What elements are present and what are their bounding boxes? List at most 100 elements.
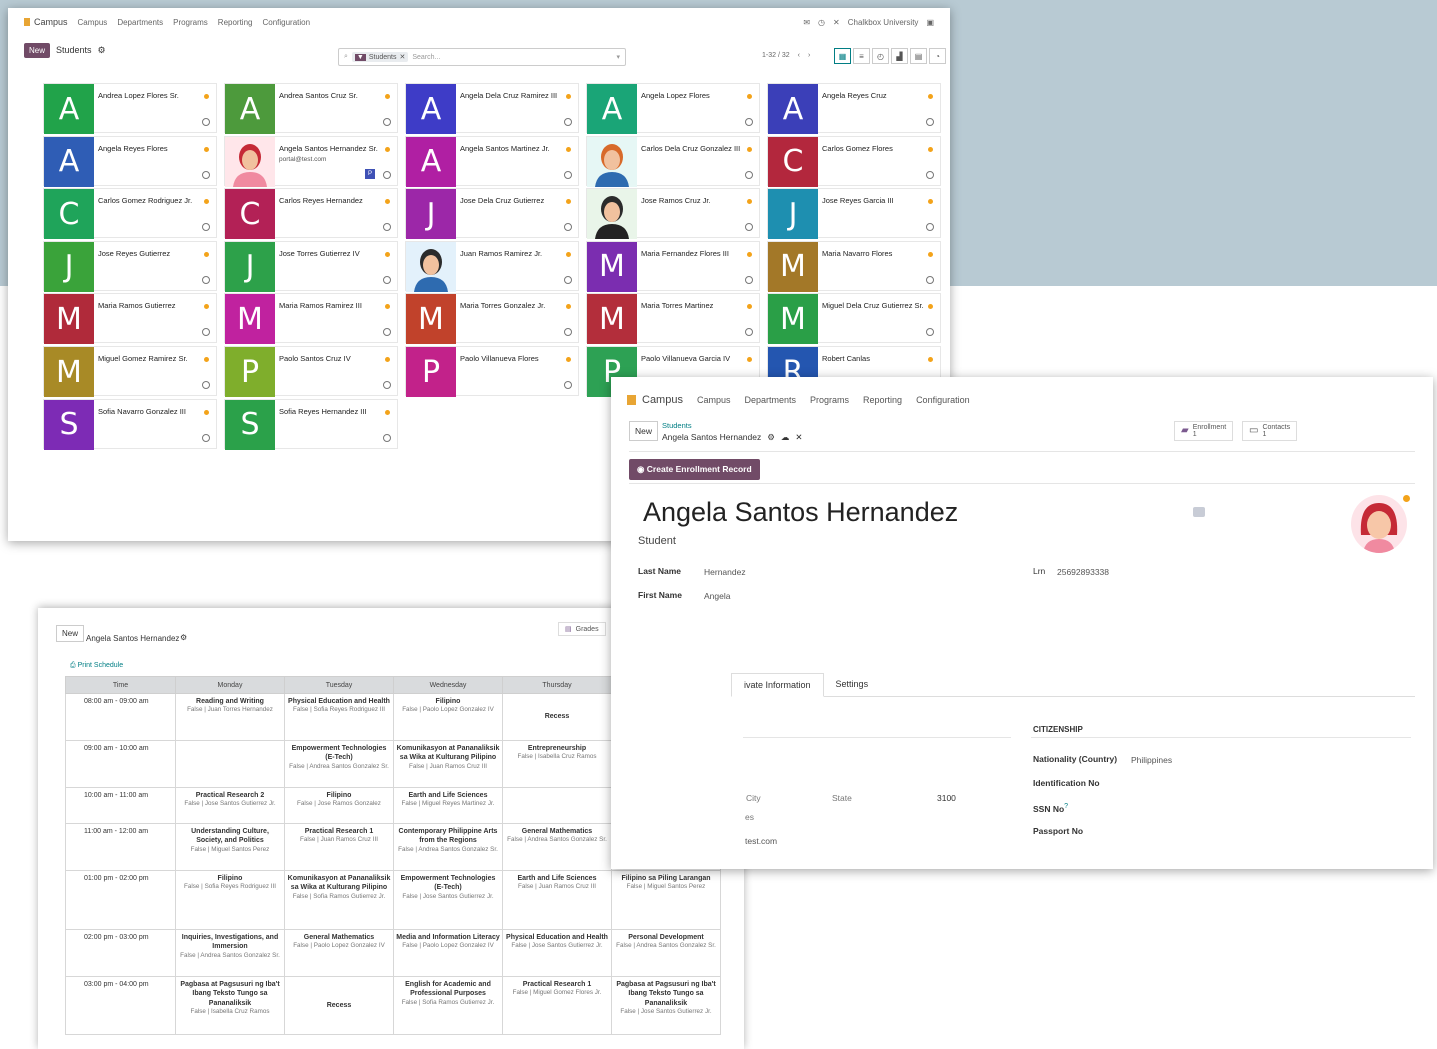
student-card[interactable]: J Jose Torres Gutierrez IV — [224, 240, 398, 292]
student-card[interactable]: P Paolo Santos Cruz IV — [224, 346, 398, 397]
schedule-cell[interactable]: Understanding Culture, Society, and Poli… — [175, 823, 285, 871]
schedule-cell[interactable]: Practical Research 1 False | Miguel Gomez… — [502, 976, 612, 1035]
student-card[interactable]: J Jose Reyes Gutierrez — [43, 240, 217, 292]
status-dot[interactable] — [928, 357, 933, 362]
student-card[interactable]: C Carlos Reyes Hernandez — [224, 188, 398, 240]
remove-facet-icon[interactable]: ✕ — [400, 53, 406, 61]
schedule-cell[interactable]: Komunikasyon at Pananaliksik sa Wika at … — [284, 870, 394, 930]
student-card[interactable]: M Maria Torres Gonzalez Jr. — [405, 293, 579, 345]
activity-clock-icon[interactable] — [564, 170, 572, 179]
next-page-icon[interactable]: › — [808, 52, 810, 59]
student-card[interactable]: M Maria Fernandez Flores III — [586, 240, 760, 292]
search-facet[interactable]: ▼ Students ✕ — [351, 52, 409, 62]
new-button[interactable]: New — [56, 625, 85, 642]
create-enrollment-button[interactable]: ◉ Create Enrollment Record — [629, 459, 760, 480]
activity-clock-icon[interactable] — [383, 170, 391, 179]
activity-clock-icon[interactable] — [926, 118, 934, 126]
pager-value[interactable]: 1-32 / 32 — [762, 52, 790, 59]
activity-clock-icon[interactable] — [383, 433, 391, 442]
schedule-cell[interactable]: Komunikasyon at Pananaliksik sa Wika at … — [393, 740, 503, 788]
student-photo[interactable] — [1351, 495, 1407, 553]
status-dot[interactable] — [747, 251, 752, 257]
status-dot[interactable] — [385, 94, 390, 99]
email-field[interactable]: test.com — [745, 836, 777, 846]
status-dot[interactable] — [385, 251, 390, 257]
menu-programs[interactable]: Programs — [810, 395, 849, 405]
schedule-cell[interactable]: Entrepreneurship False | Isabella Cruz Ra… — [502, 740, 612, 788]
search-bar[interactable]: ⌕ ▼ Students ✕ Search... ▾ — [338, 48, 626, 66]
save-cloud-icon[interactable]: ☁ — [781, 432, 790, 443]
schedule-cell[interactable]: Physical Education and Health False | Jos… — [502, 929, 612, 977]
prev-page-icon[interactable]: ‹ — [798, 52, 800, 59]
schedule-cell[interactable]: Personal Development False | Andrea Santo… — [611, 929, 721, 977]
schedule-cell[interactable]: Recess — [284, 976, 394, 1035]
schedule-cell[interactable]: Filipino False | Sofia Reyes Rodriguez II… — [175, 870, 285, 930]
student-card[interactable]: M Maria Navarro Flores — [767, 240, 941, 292]
schedule-cell[interactable]: Earth and Life Sciences False | Miguel Re… — [393, 787, 503, 824]
nationality-field[interactable]: Philippines — [1131, 755, 1172, 765]
schedule-cell[interactable]: Recess — [502, 693, 612, 741]
activity-clock-icon[interactable] — [202, 275, 210, 284]
student-card[interactable]: Jose Ramos Cruz Jr. — [586, 188, 760, 240]
toggle-search-panel-icon[interactable]: ▾ — [616, 53, 620, 61]
status-dot[interactable] — [385, 409, 390, 415]
last-name-field[interactable]: Hernandez — [704, 567, 746, 577]
activity-clock-icon[interactable] — [202, 433, 210, 442]
schedule-cell[interactable]: Filipino False | Jose Ramos Gonzalez — [284, 787, 394, 824]
menu-configuration[interactable]: Configuration — [262, 18, 310, 27]
schedule-cell[interactable]: General Mathematics False | Andrea Santos… — [502, 823, 612, 871]
debug-icon[interactable]: ✕ — [833, 18, 840, 27]
activity-clock-icon[interactable] — [383, 381, 391, 389]
status-dot[interactable] — [747, 357, 752, 362]
menu-reporting[interactable]: Reporting — [863, 395, 902, 405]
student-card[interactable]: M Maria Ramos Gutierrez — [43, 293, 217, 345]
status-dot[interactable] — [204, 357, 209, 362]
menu-departments[interactable]: Departments — [744, 395, 796, 405]
student-card[interactable]: M Miguel Dela Cruz Gutierrez Sr. — [767, 293, 941, 345]
calendar-view-icon[interactable]: ◴ — [872, 48, 889, 64]
activity-clock-icon[interactable] — [202, 118, 210, 126]
company-switcher[interactable]: Chalkbox University — [848, 18, 919, 27]
status-dot[interactable] — [385, 146, 390, 152]
status-dot[interactable] — [747, 146, 752, 152]
activity-clock-icon[interactable] — [564, 381, 572, 389]
activity-clock-icon[interactable] — [926, 170, 934, 179]
gear-icon[interactable]: ⚙ — [180, 633, 187, 642]
schedule-cell[interactable]: Filipino False | Paolo Lopez Gonzalez IV — [393, 693, 503, 741]
schedule-cell[interactable]: Empowerment Technologies (E-Tech) False |… — [284, 740, 394, 788]
student-card[interactable]: M Miguel Gomez Ramirez Sr. — [43, 346, 217, 397]
student-card[interactable]: C Carlos Gomez Flores — [767, 135, 941, 187]
status-dot[interactable] — [566, 251, 571, 257]
status-dot[interactable] — [566, 146, 571, 152]
schedule-cell[interactable]: Pagbasa at Pagsusuri ng Iba't Ibang Teks… — [611, 976, 721, 1035]
student-card[interactable]: A Angela Lopez Flores — [586, 83, 760, 134]
activity-clock-icon[interactable] — [202, 170, 210, 179]
student-card[interactable]: S Sofia Reyes Hernandez III — [224, 398, 398, 450]
status-dot[interactable] — [928, 94, 933, 99]
status-dot[interactable] — [204, 146, 209, 152]
status-dot[interactable] — [566, 357, 571, 362]
student-card[interactable]: A Angela Santos Martinez Jr. — [405, 135, 579, 187]
menu-departments[interactable]: Departments — [117, 18, 163, 27]
breadcrumb-parent[interactable]: Students — [662, 421, 692, 430]
activity-clock-icon[interactable] — [745, 275, 753, 284]
print-schedule-link[interactable]: ⎙ Print Schedule — [70, 662, 123, 670]
schedule-cell[interactable]: English for Academic and Professional Pu… — [393, 976, 503, 1035]
student-name[interactable]: Angela Santos Hernandez — [643, 497, 958, 528]
id-card-icon[interactable] — [1193, 507, 1205, 517]
schedule-cell[interactable]: General Mathematics False | Paolo Lopez G… — [284, 929, 394, 977]
activity-clock-icon[interactable] — [926, 275, 934, 284]
student-card[interactable]: A Angela Reyes Cruz — [767, 83, 941, 134]
activity-clock-icon[interactable] — [564, 118, 572, 126]
new-button[interactable]: New — [629, 421, 659, 441]
enrollment-smart-button[interactable]: ▰ Enrollment 1 — [1174, 421, 1234, 441]
activity-clock-icon[interactable] — [383, 275, 391, 284]
activity-clock-icon[interactable] — [202, 381, 210, 389]
schedule-cell[interactable]: Earth and Life Sciences False | Juan Ramo… — [502, 870, 612, 930]
status-dot[interactable] — [747, 94, 752, 99]
state-placeholder[interactable]: State — [832, 793, 852, 803]
schedule-cell[interactable]: Media and Information Literacy False | Pa… — [393, 929, 503, 977]
student-card[interactable]: P Paolo Villanueva Flores — [405, 346, 579, 397]
new-button[interactable]: New — [24, 42, 51, 58]
city-placeholder[interactable]: City — [746, 793, 761, 803]
